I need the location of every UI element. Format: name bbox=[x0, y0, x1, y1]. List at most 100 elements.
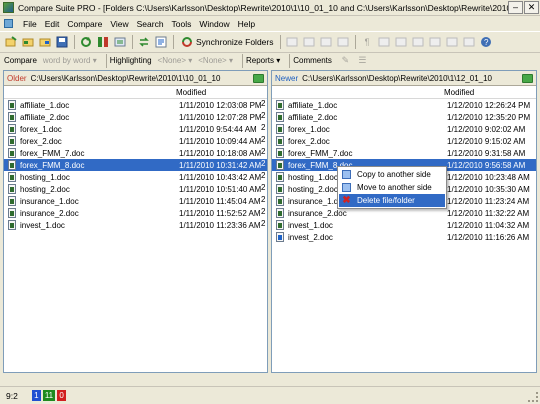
file-row[interactable]: forex_1.doc 1/12/2010 9:02:02 AM bbox=[272, 123, 536, 135]
copy-left-icon[interactable] bbox=[318, 35, 333, 50]
file-row[interactable]: forex_FMM_7.doc 1/12/2010 9:31:58 AM bbox=[272, 147, 536, 159]
options-icon[interactable] bbox=[112, 35, 127, 50]
file-row[interactable]: forex_2.doc 1/11/2010 10:09:44 AM 2 bbox=[4, 135, 267, 147]
next-diff-icon[interactable] bbox=[301, 35, 316, 50]
file-extra-column: 2 bbox=[261, 99, 266, 108]
file-row[interactable]: invest_1.doc 1/11/2010 11:23:36 AM 2 bbox=[4, 219, 267, 231]
document-icon bbox=[276, 100, 284, 110]
file-name: affiliate_2.doc bbox=[20, 112, 70, 122]
file-row[interactable]: hosting_2.doc 1/11/2010 10:51:40 AM 2 bbox=[4, 183, 267, 195]
close-button[interactable]: ✕ bbox=[524, 1, 539, 14]
toolbar-separator bbox=[105, 53, 107, 68]
file-modified: 1/11/2010 12:07:28 PM bbox=[179, 112, 262, 122]
menu-view[interactable]: View bbox=[106, 19, 132, 29]
menu-window[interactable]: Window bbox=[195, 19, 233, 29]
file-row[interactable]: invest_1.doc 1/12/2010 11:04:32 AM bbox=[272, 219, 536, 231]
menu-tools[interactable]: Tools bbox=[168, 19, 196, 29]
browse-folder-icon[interactable] bbox=[253, 73, 264, 83]
reports-dropdown[interactable]: Reports ▾ bbox=[246, 56, 280, 65]
move-to-another-side-item[interactable]: Move to another side bbox=[339, 181, 445, 194]
find-next-icon[interactable] bbox=[393, 35, 408, 50]
delete-file-folder-item[interactable]: ✖ Delete file/folder bbox=[339, 194, 445, 207]
file-row[interactable]: affiliate_2.doc 1/11/2010 12:07:28 PM 2 bbox=[4, 111, 267, 123]
copy-right-icon[interactable] bbox=[335, 35, 350, 50]
document-icon bbox=[8, 220, 16, 230]
menu-edit[interactable]: Edit bbox=[41, 19, 64, 29]
replace-icon[interactable] bbox=[410, 35, 425, 50]
file-extra-column: 2 bbox=[261, 123, 266, 132]
minimize-button[interactable]: – bbox=[508, 1, 523, 14]
file-row[interactable]: invest_2.doc 1/12/2010 11:16:26 AM bbox=[272, 231, 536, 243]
document-icon bbox=[8, 172, 16, 182]
document-menu-icon[interactable] bbox=[4, 19, 13, 28]
file-row[interactable]: forex_FMM_7.doc 1/11/2010 10:18:08 AM 2 bbox=[4, 147, 267, 159]
file-row[interactable]: forex_2.doc 1/12/2010 9:15:02 AM bbox=[272, 135, 536, 147]
undo-icon[interactable] bbox=[444, 35, 459, 50]
document-icon bbox=[276, 148, 284, 158]
menu-file[interactable]: File bbox=[19, 19, 41, 29]
file-name: hosting_1.doc bbox=[20, 172, 70, 182]
file-extra-column: 2 bbox=[261, 207, 266, 216]
highlighting-dropdown-2[interactable]: <None> ▾ bbox=[198, 56, 233, 65]
synchronize-folders-button[interactable]: Synchronize Folders bbox=[177, 34, 277, 50]
svg-text:?: ? bbox=[484, 38, 489, 47]
save-icon[interactable] bbox=[54, 35, 69, 50]
file-modified: 1/11/2010 11:23:36 AM bbox=[179, 220, 261, 230]
sync-options-icon[interactable] bbox=[153, 35, 168, 50]
older-file-list: affiliate_1.doc 1/11/2010 12:03:08 PM 2 aff… bbox=[4, 99, 267, 231]
file-row[interactable]: insurance_1.doc 1/11/2010 11:45:04 AM 2 bbox=[4, 195, 267, 207]
older-path-field[interactable]: C:\Users\Karlsson\Desktop\Rewrite\2010\1… bbox=[31, 74, 253, 83]
edit-icon[interactable] bbox=[427, 35, 442, 50]
modified-column-header[interactable]: Modified bbox=[176, 88, 264, 97]
open-folder-icon[interactable] bbox=[20, 35, 35, 50]
copy-to-another-side-item[interactable]: Copy to another side bbox=[339, 168, 445, 181]
modified-column-header[interactable]: Modified bbox=[444, 88, 532, 97]
refresh-icon[interactable] bbox=[78, 35, 93, 50]
file-row[interactable]: insurance_2.doc 1/11/2010 11:52:52 AM 2 bbox=[4, 207, 267, 219]
prev-diff-icon[interactable] bbox=[284, 35, 299, 50]
pilcrow-icon[interactable]: ¶ bbox=[359, 35, 374, 50]
document-icon bbox=[276, 220, 284, 230]
file-extra-column: 2 bbox=[261, 111, 266, 120]
document-icon bbox=[8, 148, 16, 158]
document-icon bbox=[8, 160, 16, 170]
help-icon[interactable]: ? bbox=[478, 35, 493, 50]
find-icon[interactable] bbox=[376, 35, 391, 50]
menu-search[interactable]: Search bbox=[133, 19, 168, 29]
status-badge-red: 0 bbox=[57, 390, 67, 401]
highlighting-dropdown-1[interactable]: <None> ▾ bbox=[158, 56, 193, 65]
menu-compare[interactable]: Compare bbox=[63, 19, 106, 29]
file-row[interactable]: forex_1.doc 1/11/2010 9:54:44 AM 2 bbox=[4, 123, 267, 135]
move-icon bbox=[342, 183, 351, 192]
open-file-icon[interactable] bbox=[37, 35, 52, 50]
menu-item-label: Delete file/folder bbox=[357, 196, 415, 205]
file-row[interactable]: affiliate_1.doc 1/12/2010 12:26:24 PM bbox=[272, 99, 536, 111]
swap-sides-icon[interactable] bbox=[136, 35, 151, 50]
resize-grip[interactable] bbox=[528, 392, 538, 402]
file-name: hosting_2.doc bbox=[20, 184, 70, 194]
new-icon[interactable] bbox=[3, 35, 18, 50]
file-row[interactable]: affiliate_2.doc 1/12/2010 12:35:20 PM bbox=[272, 111, 536, 123]
file-modified: 1/11/2010 12:03:08 PM bbox=[179, 100, 262, 110]
newer-path-field[interactable]: C:\Users\Karlsson\Desktop\Rewrite\2010\1… bbox=[302, 74, 522, 83]
file-modified: 1/11/2010 10:43:42 AM bbox=[179, 172, 262, 182]
comment-list-icon[interactable]: ☰ bbox=[355, 53, 370, 68]
file-modified: 1/12/2010 11:32:22 AM bbox=[447, 208, 530, 218]
file-name: insurance_2.doc bbox=[20, 208, 79, 218]
browse-folder-icon[interactable] bbox=[522, 73, 533, 83]
file-row[interactable]: hosting_1.doc 1/11/2010 10:43:42 AM 2 bbox=[4, 171, 267, 183]
menu-help[interactable]: Help bbox=[234, 19, 259, 29]
main-toolbar: Synchronize Folders ¶ ? bbox=[0, 31, 540, 53]
file-modified: 1/11/2010 11:45:04 AM bbox=[179, 196, 261, 206]
document-icon bbox=[276, 136, 284, 146]
redo-icon[interactable] bbox=[461, 35, 476, 50]
document-icon bbox=[8, 112, 16, 122]
file-modified: 1/12/2010 12:35:20 PM bbox=[447, 112, 531, 122]
compare-icon[interactable] bbox=[95, 35, 110, 50]
add-comment-icon[interactable]: ✎ bbox=[338, 53, 353, 68]
comments-label[interactable]: Comments bbox=[293, 56, 332, 65]
file-row[interactable]: forex_FMM_8.doc 1/11/2010 10:31:42 AM 2 bbox=[4, 159, 267, 171]
file-row[interactable]: affiliate_1.doc 1/11/2010 12:03:08 PM 2 bbox=[4, 99, 267, 111]
app-window: Compare Suite PRO - [Folders C:\Users\Ka… bbox=[0, 0, 540, 404]
compare-mode-dropdown[interactable]: word by word ▾ bbox=[43, 56, 97, 65]
